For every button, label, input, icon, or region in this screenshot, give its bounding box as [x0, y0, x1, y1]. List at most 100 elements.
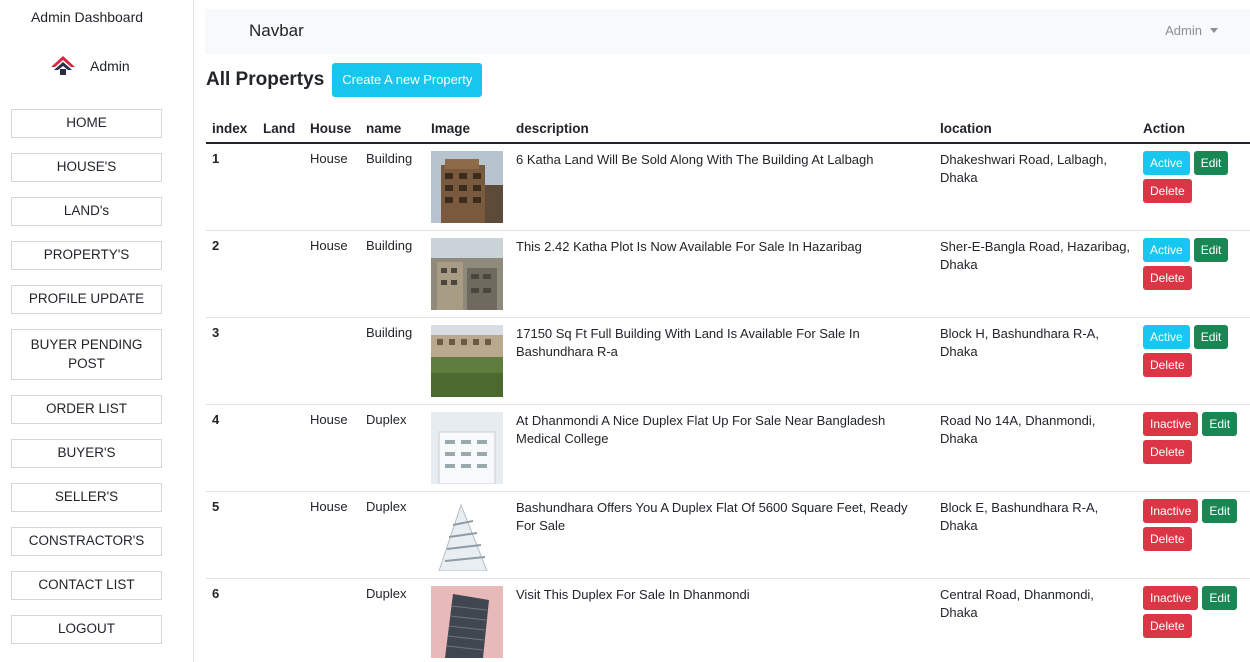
- delete-button[interactable]: Delete: [1143, 613, 1192, 638]
- cell-description: This 2.42 Katha Plot Is Now Available Fo…: [510, 230, 934, 318]
- cell-image: [425, 143, 510, 231]
- cell-actions: Active Edit Delete: [1137, 143, 1250, 231]
- delete-button[interactable]: Delete: [1143, 439, 1192, 464]
- sidebar-item-buyers[interactable]: BUYER'S: [11, 439, 162, 468]
- cell-image: [425, 404, 510, 492]
- cell-land: [257, 578, 304, 662]
- sidebar-item-houses[interactable]: HOUSE'S: [11, 153, 162, 182]
- delete-button[interactable]: Delete: [1143, 265, 1192, 290]
- cell-location: Dhakeshwari Road, Lalbagh, Dhaka: [934, 143, 1137, 231]
- property-thumbnail[interactable]: [431, 585, 503, 658]
- cell-house: House: [304, 404, 360, 492]
- col-header-image: Image: [425, 114, 510, 144]
- delete-button[interactable]: Delete: [1143, 526, 1192, 551]
- sidebar-item-contact-list[interactable]: CONTACT LIST: [11, 571, 162, 600]
- sidebar-item-order-list[interactable]: ORDER LIST: [11, 395, 162, 424]
- status-toggle-button[interactable]: Inactive: [1143, 585, 1199, 610]
- cell-location: Block H, Bashundhara R-A, Dhaka: [934, 317, 1137, 405]
- cell-actions: Active Edit Delete: [1137, 230, 1250, 318]
- cell-name: Duplex: [360, 404, 425, 492]
- property-thumbnail[interactable]: [431, 237, 503, 310]
- cell-actions: Active Edit Delete: [1137, 317, 1250, 405]
- top-navbar: Navbar Admin: [205, 9, 1250, 54]
- sidebar-item-constractors[interactable]: CONSTRACTOR'S: [11, 527, 162, 556]
- sidebar-item-home[interactable]: HOME: [11, 109, 162, 138]
- col-header-action: Action: [1137, 114, 1250, 144]
- table-row: 6 Duplex Visit This Duplex For Sale In D…: [206, 578, 1250, 662]
- property-thumbnail[interactable]: [431, 151, 503, 223]
- sidebar-item-logout[interactable]: LOGOUT: [11, 615, 162, 644]
- property-thumbnail[interactable]: [431, 324, 503, 397]
- cell-name: Building: [360, 317, 425, 405]
- cell-name: Building: [360, 230, 425, 318]
- table-row: 5 House Duplex Bashundhara Offers You A …: [206, 491, 1250, 579]
- status-toggle-button[interactable]: Inactive: [1143, 411, 1199, 436]
- sidebar-title: Admin Dashboard: [30, 9, 144, 25]
- cell-index: 2: [206, 230, 257, 318]
- create-property-button[interactable]: Create A new Property: [332, 63, 483, 97]
- cell-index: 5: [206, 491, 257, 579]
- sidebar: Admin Dashboard Admin HOME HOUSE'S LAND'…: [0, 0, 194, 662]
- cell-description: 17150 Sq Ft Full Building With Land Is A…: [510, 317, 934, 405]
- col-header-house: House: [304, 114, 360, 144]
- cell-land: [257, 143, 304, 231]
- admin-dropdown-label: Admin: [1165, 23, 1202, 38]
- cell-location: Block E, Bashundhara R-A, Dhaka: [934, 491, 1137, 579]
- property-thumbnail[interactable]: [431, 411, 503, 484]
- edit-button[interactable]: Edit: [1193, 237, 1229, 262]
- cell-image: [425, 230, 510, 318]
- cell-actions: Inactive Edit Delete: [1137, 491, 1250, 579]
- table-row: 4 House Duplex At Dhanmondi A Nice Duple…: [206, 404, 1250, 492]
- sidebar-item-properties[interactable]: PROPERTY'S: [11, 241, 162, 270]
- col-header-land: Land: [257, 114, 304, 144]
- cell-name: Duplex: [360, 578, 425, 662]
- cell-house: [304, 578, 360, 662]
- cell-location: Sher-E-Bangla Road, Hazaribag, Dhaka: [934, 230, 1137, 318]
- edit-button[interactable]: Edit: [1193, 151, 1229, 175]
- cell-house: House: [304, 143, 360, 231]
- cell-land: [257, 404, 304, 492]
- sidebar-item-profile-update[interactable]: PROFILE UPDATE: [11, 285, 162, 314]
- cell-image: [425, 578, 510, 662]
- admin-dropdown[interactable]: Admin: [1165, 23, 1218, 38]
- cell-house: [304, 317, 360, 405]
- col-header-name: name: [360, 114, 425, 144]
- edit-button[interactable]: Edit: [1202, 498, 1238, 523]
- cell-description: Visit This Duplex For Sale In Dhanmondi: [510, 578, 934, 662]
- cell-description: 6 Katha Land Will Be Sold Along With The…: [510, 143, 934, 231]
- cell-name: Duplex: [360, 491, 425, 579]
- cell-index: 3: [206, 317, 257, 405]
- page-header: All Propertys Create A new Property: [206, 63, 483, 97]
- cell-actions: Inactive Edit Delete: [1137, 578, 1250, 662]
- cell-location: Road No 14A, Dhanmondi, Dhaka: [934, 404, 1137, 492]
- status-toggle-button[interactable]: Active: [1143, 237, 1190, 262]
- page-title: All Propertys: [206, 69, 325, 90]
- delete-button[interactable]: Delete: [1143, 352, 1192, 377]
- edit-button[interactable]: Edit: [1202, 411, 1238, 436]
- table-row: 3 Building 17150 Sq Ft Full Building Wit…: [206, 317, 1250, 405]
- cell-index: 6: [206, 578, 257, 662]
- sidebar-user: Admin: [50, 55, 130, 77]
- col-header-description: description: [510, 114, 934, 144]
- sidebar-item-lands[interactable]: LAND's: [11, 197, 162, 226]
- delete-button[interactable]: Delete: [1143, 179, 1192, 203]
- edit-button[interactable]: Edit: [1193, 324, 1229, 349]
- cell-name: Building: [360, 143, 425, 231]
- table-row: 1 House Building 6 Katha Land Will Be So…: [206, 143, 1250, 231]
- cell-location: Central Road, Dhanmondi, Dhaka: [934, 578, 1137, 662]
- edit-button[interactable]: Edit: [1202, 585, 1238, 610]
- navbar-brand[interactable]: Navbar: [249, 21, 304, 41]
- status-toggle-button[interactable]: Active: [1143, 324, 1190, 349]
- cell-index: 4: [206, 404, 257, 492]
- status-toggle-button[interactable]: Active: [1143, 151, 1190, 175]
- status-toggle-button[interactable]: Inactive: [1143, 498, 1199, 523]
- cell-land: [257, 230, 304, 318]
- house-logo-icon: [51, 56, 75, 75]
- cell-land: [257, 491, 304, 579]
- sidebar-item-buyer-pending-post[interactable]: BUYER PENDING POST: [11, 329, 162, 380]
- sidebar-item-sellers[interactable]: SELLER'S: [11, 483, 162, 512]
- col-header-index: index: [206, 114, 257, 144]
- sidebar-username: Admin: [90, 58, 130, 74]
- property-thumbnail[interactable]: [431, 498, 503, 571]
- cell-actions: Inactive Edit Delete: [1137, 404, 1250, 492]
